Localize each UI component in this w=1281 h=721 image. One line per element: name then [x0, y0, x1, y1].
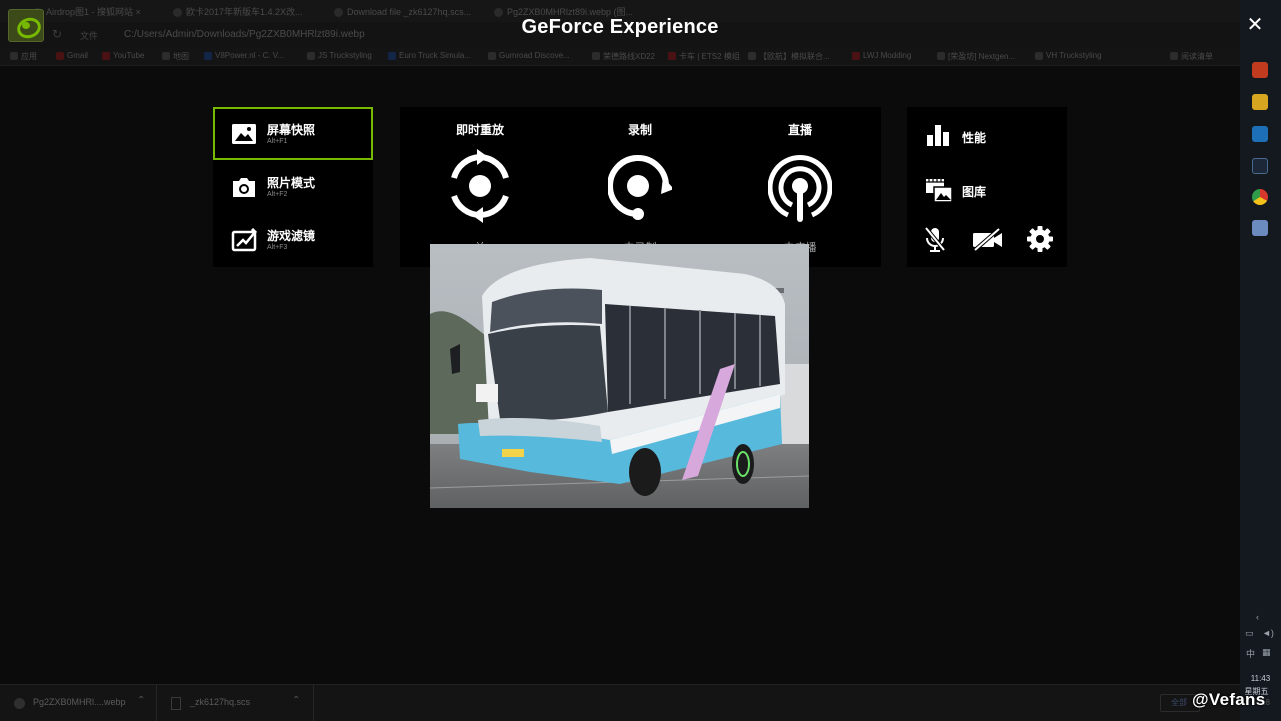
download-filename: Pg2ZXB0MHRl....webp — [33, 697, 126, 707]
gallery-label: 图库 — [962, 185, 987, 199]
performance-label: 性能 — [962, 131, 987, 145]
chrome-file-icon — [14, 698, 25, 709]
screenshot-preview-image — [430, 244, 809, 508]
download-filename: _zk6127hq.scs — [190, 697, 251, 707]
download-item[interactable]: Pg2ZXB0MHRl....webp ⌃ — [0, 685, 157, 721]
chrome-icon[interactable] — [1252, 189, 1268, 205]
instant-replay-button[interactable]: 即时重放 关 — [400, 107, 560, 267]
app-icon[interactable] — [1252, 220, 1268, 236]
close-overlay-button[interactable]: ✕ — [1244, 14, 1266, 36]
filter-icon — [231, 228, 257, 252]
camera-off-icon — [973, 227, 1002, 252]
clock-time[interactable]: 11:43 — [1240, 674, 1281, 683]
download-bar: Pg2ZXB0MHRl....webp ⌃ _zk6127hq.scs ⌃ 全部 — [0, 684, 1240, 721]
tray-expand-icon[interactable]: ‹ — [1256, 612, 1259, 622]
network-icon[interactable]: ▭ — [1245, 628, 1254, 639]
instant-replay-icon — [451, 149, 509, 223]
settings-gear-icon — [1027, 226, 1053, 252]
windows-taskbar: ‹ ▭ ◄) 中 ▦ 11:43 星期五 18 — [1240, 0, 1281, 721]
office-icon[interactable] — [1252, 62, 1268, 78]
recording-panel: 即时重放 关 录制 未录制 直播 未广播 — [400, 107, 881, 267]
record-title: 录制 — [627, 123, 652, 137]
performance-bars-icon — [927, 125, 949, 146]
microphone-off-icon — [924, 226, 946, 252]
webcam-toggle-button[interactable] — [971, 225, 1005, 253]
steam-icon[interactable] — [1252, 158, 1268, 174]
microphone-toggle-button[interactable] — [921, 225, 949, 253]
bus-photo — [430, 244, 809, 508]
game-filter-label: 游戏滤镜 — [267, 229, 316, 243]
capture-menu: 屏幕快照 Alt+F1 照片模式 Alt+F2 游戏滤镜 Alt+F3 — [213, 107, 373, 267]
screenshot-label: 屏幕快照 — [267, 123, 316, 137]
settings-button[interactable] — [1026, 225, 1054, 253]
record-button[interactable]: 录制 未录制 — [560, 107, 720, 267]
tools-panel: 性能 图库 — [907, 107, 1067, 267]
instant-replay-title: 即时重放 — [455, 123, 504, 137]
performance-button[interactable]: 性能 — [907, 111, 1067, 155]
game-filter-button[interactable]: 游戏滤镜 Alt+F3 — [213, 214, 373, 267]
broadcast-button[interactable]: 直播 未广播 — [720, 107, 880, 267]
screenshot-hotkey: Alt+F1 — [267, 138, 288, 145]
record-icon — [608, 155, 672, 220]
screenshot-icon — [232, 124, 256, 144]
chevron-up-icon[interactable]: ⌃ — [137, 695, 145, 706]
watermark-text: @Vefans — [1192, 690, 1266, 709]
file-icon — [171, 697, 181, 710]
app-title: GeForce Experience — [521, 16, 719, 38]
photo-mode-button[interactable]: 照片模式 Alt+F2 — [213, 161, 373, 214]
mail-icon[interactable] — [1252, 126, 1268, 142]
overlay-header: GeForce Experience ✕ — [0, 0, 1281, 54]
camera-icon — [233, 178, 255, 197]
file-explorer-icon[interactable] — [1252, 94, 1268, 110]
broadcast-icon — [768, 155, 832, 222]
screenshot-button[interactable]: 屏幕快照 Alt+F1 — [213, 107, 373, 160]
chevron-up-icon[interactable]: ⌃ — [292, 695, 300, 706]
gallery-icon — [926, 179, 953, 203]
broadcast-title: 直播 — [787, 123, 812, 137]
game-filter-hotkey: Alt+F3 — [267, 244, 288, 251]
keyboard-icon[interactable]: ▦ — [1262, 647, 1271, 658]
ime-indicator[interactable]: 中 — [1246, 647, 1255, 660]
photo-mode-hotkey: Alt+F2 — [267, 191, 288, 198]
download-item[interactable]: _zk6127hq.scs ⌃ — [157, 685, 314, 721]
gallery-button[interactable]: 图库 — [907, 165, 1067, 209]
volume-icon[interactable]: ◄) — [1262, 628, 1274, 638]
photo-mode-label: 照片模式 — [267, 176, 316, 190]
